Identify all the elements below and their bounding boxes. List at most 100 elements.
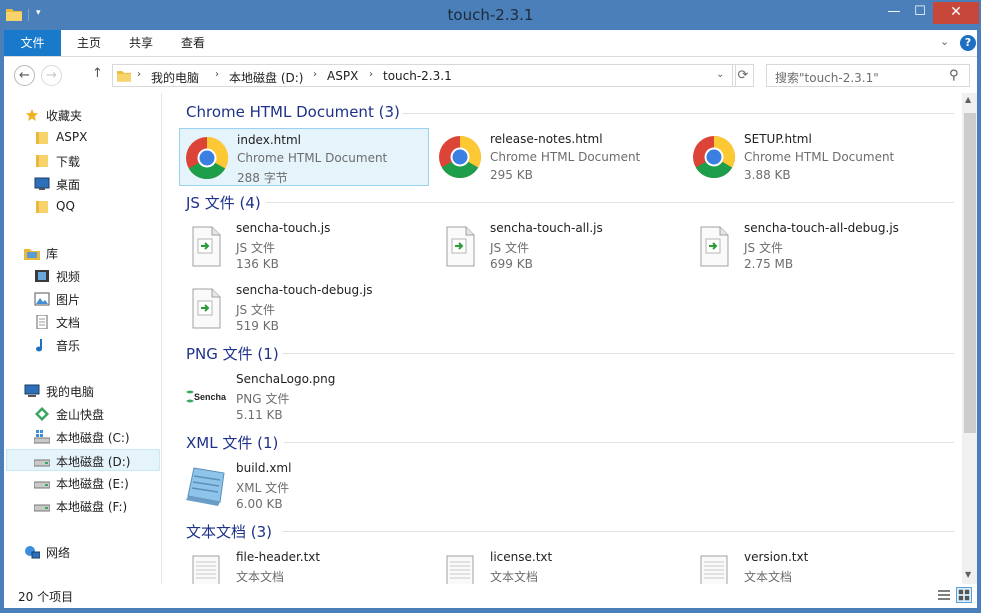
search-icon[interactable]: ⚲ <box>949 68 959 83</box>
scroll-down-icon[interactable]: ▼ <box>965 570 971 579</box>
file-type: PNG 文件 <box>236 392 290 406</box>
maximize-button[interactable]: ☐ <box>907 2 933 24</box>
folder-icon <box>36 132 48 144</box>
sidebar-item-my-computer[interactable]: 我的电脑 <box>6 380 160 402</box>
address-bar[interactable]: › 我的电脑 › 本地磁盘 (D:) › ASPX › touch-2.3.1 … <box>112 64 736 87</box>
file-size: 6.00 KB <box>236 497 283 511</box>
group-header-png[interactable]: PNG 文件 (1) <box>186 343 279 363</box>
file-size: 295 KB <box>490 168 533 182</box>
group-divider <box>266 202 954 203</box>
file-item[interactable]: file-header.txt 文本文档 <box>179 546 429 584</box>
back-button[interactable]: ← <box>14 65 35 86</box>
scrollbar-thumb[interactable] <box>964 113 976 433</box>
breadcrumb-my-computer[interactable]: 我的电脑 <box>151 69 199 86</box>
sidebar-item-label: 下载 <box>56 155 81 169</box>
group-header-js[interactable]: JS 文件 (4) <box>186 192 261 212</box>
video-icon <box>35 270 49 282</box>
refresh-button[interactable]: ⟳ <box>732 64 754 87</box>
file-list[interactable]: Chrome HTML Document (3) index.html Chro… <box>164 93 962 584</box>
sidebar-item-documents[interactable]: 文档 <box>6 311 160 333</box>
sidebar-item-music[interactable]: 音乐 <box>6 334 160 356</box>
close-button[interactable]: ✕ <box>933 2 979 24</box>
sidebar-item-drive-d[interactable]: 本地磁盘 (D:) <box>6 449 160 471</box>
sidebar-item-label: 本地磁盘 (D:) <box>56 455 131 469</box>
details-view-icon[interactable] <box>936 587 952 603</box>
file-item[interactable]: release-notes.html Chrome HTML Document … <box>433 128 683 186</box>
sencha-logo-text: Sencha <box>194 392 227 402</box>
breadcrumb-separator[interactable]: › <box>369 69 373 80</box>
file-item[interactable]: sencha-touch-all.js JS 文件 699 KB <box>433 217 683 275</box>
tab-home[interactable]: 主页 <box>64 30 114 56</box>
file-type: JS 文件 <box>236 303 275 317</box>
up-button[interactable]: ↑ <box>92 66 103 81</box>
group-header-chrome-html[interactable]: Chrome HTML Document (3) <box>186 103 400 123</box>
file-size: 5.11 KB <box>236 408 283 422</box>
sidebar-item-pictures[interactable]: 图片 <box>6 288 160 310</box>
search-input[interactable]: 搜索"touch-2.3.1" <box>775 69 879 86</box>
file-name: file-header.txt <box>236 550 321 564</box>
file-name: SenchaLogo.png <box>236 372 336 386</box>
sidebar-item-libraries[interactable]: 库 <box>6 242 160 264</box>
xml-file-icon <box>186 467 225 506</box>
file-item[interactable]: license.txt 文本文档 <box>433 546 683 584</box>
breadcrumb-separator[interactable]: › <box>137 69 141 80</box>
file-item[interactable]: sencha-touch.js JS 文件 136 KB <box>179 217 429 275</box>
file-item[interactable]: build.xml XML 文件 6.00 KB <box>179 457 429 515</box>
folder-icon <box>36 201 48 213</box>
sidebar-item-label: 本地磁盘 (F:) <box>56 500 128 514</box>
breadcrumb-drive-d[interactable]: 本地磁盘 (D:) <box>229 69 303 86</box>
scroll-up-icon[interactable]: ▲ <box>965 95 971 104</box>
drive-icon <box>34 504 50 512</box>
item-count: 20 个项目 <box>18 590 74 604</box>
sidebar-item-drive-f[interactable]: 本地磁盘 (F:) <box>6 495 160 517</box>
chrome-icon <box>186 136 229 180</box>
breadcrumb-separator[interactable]: › <box>313 69 317 80</box>
tiles-view-icon[interactable] <box>956 587 972 603</box>
sidebar-item-kuaipan[interactable]: 金山快盘 <box>6 403 160 425</box>
address-history-dropdown-icon[interactable]: ⌄ <box>716 69 724 80</box>
breadcrumb-current-folder[interactable]: touch-2.3.1 <box>383 69 452 83</box>
drive-icon <box>34 481 50 489</box>
system-drive-icon <box>34 430 50 444</box>
minimize-button[interactable]: — <box>881 2 907 24</box>
file-item[interactable]: SETUP.html Chrome HTML Document 3.88 KB <box>687 128 937 186</box>
tab-share[interactable]: 共享 <box>116 30 166 56</box>
expand-ribbon-icon[interactable]: ⌄ <box>940 35 954 49</box>
file-type: XML 文件 <box>236 481 290 495</box>
file-item[interactable]: Sencha SenchaLogo.png PNG 文件 5.11 KB <box>179 368 429 426</box>
tab-view[interactable]: 查看 <box>168 30 218 56</box>
ribbon-tabs: 文件 主页 共享 查看 ⌄ ? <box>4 30 977 57</box>
search-box[interactable]: 搜索"touch-2.3.1" ⚲ <box>766 64 970 87</box>
breadcrumb-aspx[interactable]: ASPX <box>327 69 358 83</box>
js-file-icon <box>446 226 475 267</box>
sidebar-item-videos[interactable]: 视频 <box>6 265 160 287</box>
sidebar-item-desktop[interactable]: 桌面 <box>6 173 160 195</box>
sidebar-item-drive-c[interactable]: 本地磁盘 (C:) <box>6 426 160 448</box>
sidebar-item-qq[interactable]: QQ <box>6 196 160 218</box>
star-icon <box>25 108 39 122</box>
file-item[interactable]: index.html Chrome HTML Document 288 字节 <box>179 128 429 186</box>
computer-icon <box>24 384 40 397</box>
sidebar-item-favorites[interactable]: 收藏夹 <box>6 104 160 126</box>
sidebar-item-network[interactable]: 网络 <box>6 541 160 563</box>
file-item[interactable]: sencha-touch-debug.js JS 文件 519 KB <box>179 279 429 337</box>
sidebar-item-downloads[interactable]: 下载 <box>6 150 160 172</box>
chrome-icon <box>693 136 736 179</box>
sidebar-item-aspx[interactable]: ASPX <box>6 127 160 149</box>
tab-file[interactable]: 文件 <box>4 30 61 56</box>
file-type: 文本文档 <box>236 570 285 584</box>
file-size: 136 KB <box>236 257 279 271</box>
group-header-xml[interactable]: XML 文件 (1) <box>186 432 278 452</box>
sidebar-item-label: 网络 <box>46 546 71 560</box>
file-item[interactable]: sencha-touch-all-debug.js JS 文件 2.75 MB <box>687 217 937 275</box>
file-type: Chrome HTML Document <box>237 151 388 165</box>
file-name: build.xml <box>236 461 292 475</box>
vertical-scrollbar[interactable]: ▲ ▼ <box>962 93 977 584</box>
sidebar-item-drive-e[interactable]: 本地磁盘 (E:) <box>6 472 160 494</box>
forward-button[interactable]: → <box>41 65 62 86</box>
file-item[interactable]: version.txt 文本文档 <box>687 546 937 584</box>
js-file-icon <box>192 226 221 267</box>
breadcrumb-separator[interactable]: › <box>215 69 219 80</box>
group-header-text[interactable]: 文本文档 (3) <box>186 521 272 541</box>
help-icon[interactable]: ? <box>960 35 976 51</box>
